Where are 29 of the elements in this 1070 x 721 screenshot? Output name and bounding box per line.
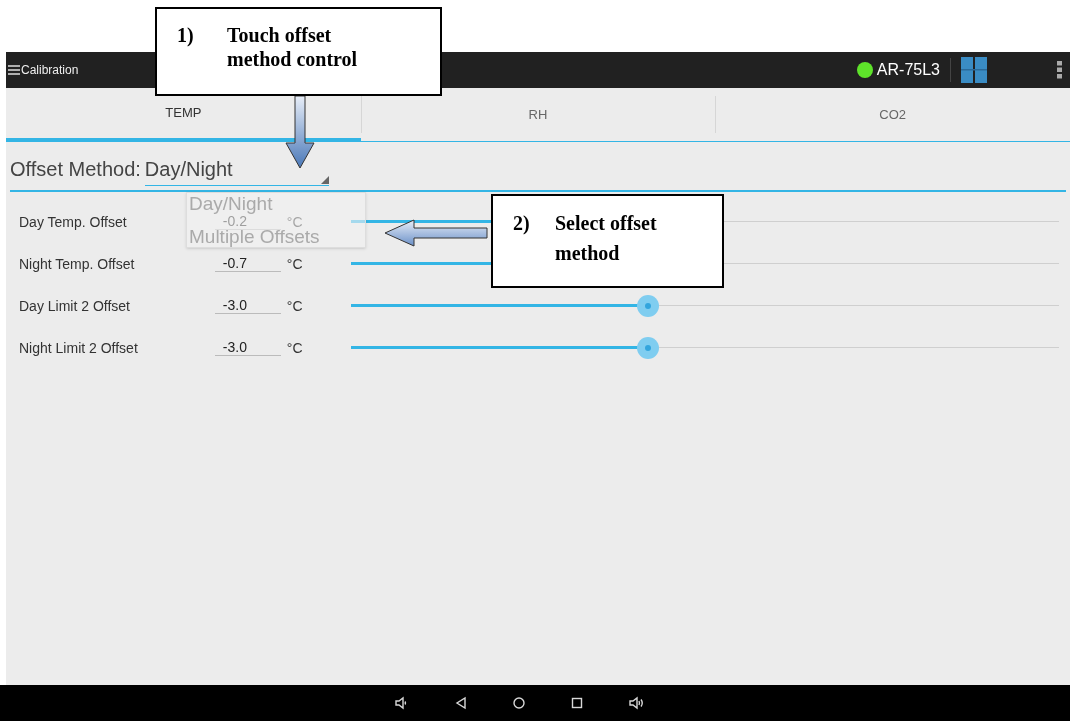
unit-label: °C: [286, 296, 303, 316]
tiles-icon[interactable]: [961, 57, 987, 83]
slider-thumb[interactable]: [637, 295, 660, 317]
tab[interactable]: CO2: [715, 88, 1070, 142]
slider-thumb[interactable]: [637, 337, 660, 359]
offset-label: Day Limit 2 Offset: [19, 296, 131, 316]
recent-apps-icon[interactable]: [570, 696, 584, 710]
back-icon[interactable]: [454, 696, 468, 710]
unit-label: °C: [286, 338, 303, 358]
offset-label: Day Temp. Offset: [19, 212, 128, 232]
unit-label: °C: [286, 254, 303, 274]
unit-label: °C: [286, 212, 303, 230]
offset-value-field[interactable]: -3.0: [214, 340, 281, 356]
offset-value-field[interactable]: -0.7: [214, 256, 281, 272]
offset-label: Night Temp. Offset: [19, 254, 136, 274]
callout-text: Select offset method: [555, 211, 658, 266]
menu-icon[interactable]: [7, 64, 21, 76]
step-number: 2): [512, 211, 531, 236]
more-options-icon[interactable]: [1057, 61, 1062, 79]
volume-up-icon[interactable]: [628, 695, 646, 711]
offset-method-label: Offset Method:: [10, 157, 141, 182]
offset-value-field[interactable]: -3.0: [214, 298, 281, 314]
dropdown-corner-icon: [320, 176, 329, 184]
device-name[interactable]: AR-75L3: [876, 58, 940, 82]
callout-text: Touch offset method control: [227, 23, 359, 72]
home-icon[interactable]: [512, 696, 526, 710]
step-number: 1): [176, 23, 195, 48]
app-title: Calibration: [21, 62, 79, 79]
offset-label: Night Limit 2 Offset: [19, 338, 139, 358]
